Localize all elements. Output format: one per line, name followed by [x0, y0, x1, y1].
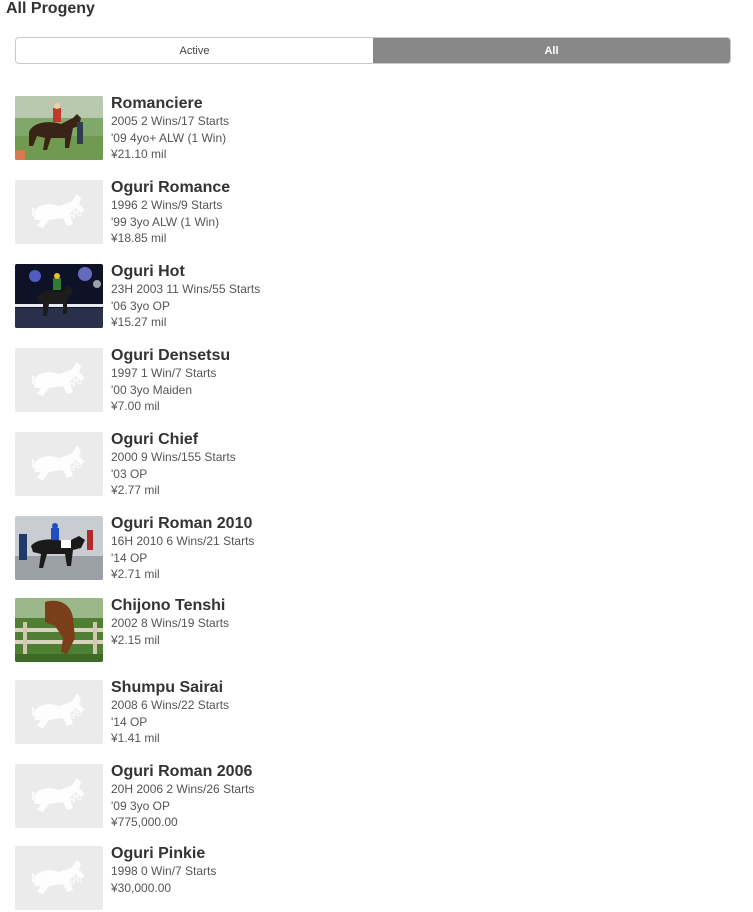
progeny-list-item[interactable]: No image Oguri Densetsu 1997 1 Win/7 Start…	[15, 347, 715, 415]
progeny-info: Oguri Hot 23H 2003 11 Wins/55 Starts '06 3…	[111, 263, 260, 331]
progeny-info: Oguri Roman 2006 20H 2006 2 Wins/26 Start…	[111, 763, 254, 831]
progeny-detail-line: ¥7.00 mil	[111, 399, 160, 413]
horse-photo[interactable]	[15, 264, 103, 328]
progeny-page: All Progeny Active All Romanciere 2005 2 …	[0, 0, 753, 912]
progeny-list-item[interactable]: No image Oguri Pinkie 1998 0 Win/7 Starts ¥…	[15, 845, 715, 912]
progeny-detail-line: '14 OP	[111, 550, 148, 565]
horse-name-link[interactable]: Oguri Densetsu	[111, 347, 230, 365]
progeny-detail-line: ¥15.27 mil	[111, 315, 167, 329]
progeny-list-item[interactable]: Oguri Roman 2010 16H 2010 6 Wins/21 Start…	[15, 515, 715, 583]
progeny-detail-line: 23H 2003 11 Wins/55 Starts	[111, 282, 261, 296]
progeny-info: Oguri Chief 2000 9 Wins/155 Starts '03 OP ¥…	[111, 431, 236, 499]
no-image-label: No image	[31, 705, 83, 719]
progeny-detail-line: '14 OP	[111, 714, 148, 729]
progeny-detail-line: ¥18.85 mil	[111, 231, 167, 245]
progeny-list-item[interactable]: Chijono Tenshi 2002 8 Wins/19 Starts ¥2.15…	[15, 597, 715, 664]
no-image-label: No image	[31, 789, 83, 803]
no-image-label: No image	[31, 457, 83, 471]
progeny-detail-line: 2000 9 Wins/155 Starts	[111, 450, 236, 464]
no-image-label: No image	[31, 373, 83, 387]
progeny-detail-line: '09 3yo OP	[111, 798, 170, 813]
no-image-placeholder[interactable]: No image	[15, 348, 103, 412]
progeny-detail-line: '00 3yo Maiden	[111, 382, 193, 397]
horse-name-link[interactable]: Oguri Roman 2010	[111, 515, 254, 533]
horse-name-link[interactable]: Oguri Roman 2006	[111, 763, 254, 781]
progeny-detail-line: 1998 0 Win/7 Starts	[111, 864, 217, 878]
progeny-info: Shumpu Sairai 2008 6 Wins/22 Starts '14 OP…	[111, 679, 229, 747]
progeny-detail-line: ¥30,000.00	[111, 880, 172, 895]
no-image-placeholder[interactable]: No image	[15, 180, 103, 244]
progeny-list-item[interactable]: No image Oguri Romance 1996 2 Wins/9 Start…	[15, 179, 715, 247]
progeny-detail-line: ¥2.71 mil	[111, 567, 160, 581]
horse-name-link[interactable]: Shumpu Sairai	[111, 679, 229, 697]
progeny-detail-line: 20H 2006 2 Wins/26 Starts	[111, 782, 255, 796]
progeny-detail-line: ¥2.15 mil	[111, 632, 160, 647]
progeny-detail-line: ¥2.77 mil	[111, 483, 160, 497]
horse-photo[interactable]	[15, 598, 103, 662]
progeny-detail-line: 1996 2 Wins/9 Starts	[111, 198, 223, 212]
progeny-info: Oguri Densetsu 1997 1 Win/7 Starts '00 3yo…	[111, 347, 230, 415]
progeny-detail-line: 2005 2 Wins/17 Starts	[111, 114, 230, 128]
progeny-info: Romanciere 2005 2 Wins/17 Starts '09 4yo+ …	[111, 95, 229, 163]
horse-name-link[interactable]: Oguri Hot	[111, 263, 260, 281]
page-title: All Progeny	[6, 0, 95, 17]
progeny-detail-line: '99 3yo ALW (1 Win)	[111, 214, 220, 229]
horse-name-link[interactable]: Oguri Romance	[111, 179, 230, 197]
horse-name-link[interactable]: Oguri Chief	[111, 431, 236, 449]
progeny-detail-line: ¥21.10 mil	[111, 147, 167, 161]
progeny-info: Oguri Pinkie 1998 0 Win/7 Starts ¥30,000.0…	[111, 845, 216, 896]
progeny-detail-line: ¥775,000.00	[111, 815, 178, 829]
tab-active[interactable]: Active	[16, 38, 373, 63]
progeny-list-item[interactable]: No image Oguri Chief 2000 9 Wins/155 Start…	[15, 431, 715, 499]
no-image-placeholder[interactable]: No image	[15, 846, 103, 910]
progeny-detail-line: 2008 6 Wins/22 Starts	[111, 698, 230, 712]
tab-all[interactable]: All	[373, 38, 730, 63]
no-image-placeholder[interactable]: No image	[15, 432, 103, 496]
progeny-list-item[interactable]: Oguri Hot 23H 2003 11 Wins/55 Starts '06 3…	[15, 263, 715, 331]
progeny-list-item[interactable]: Romanciere 2005 2 Wins/17 Starts '09 4yo+ …	[15, 95, 715, 163]
progeny-info: Oguri Romance 1996 2 Wins/9 Starts '99 3yo…	[111, 179, 230, 247]
progeny-detail-line: ¥1.41 mil	[111, 731, 160, 745]
progeny-detail-line: 16H 2010 6 Wins/21 Starts	[111, 534, 255, 548]
progeny-detail-line: 1997 1 Win/7 Starts	[111, 366, 217, 380]
progeny-info: Oguri Roman 2010 16H 2010 6 Wins/21 Start…	[111, 515, 254, 583]
no-image-label: No image	[31, 871, 83, 885]
progeny-detail-line: '09 4yo+ ALW (1 Win)	[111, 130, 227, 145]
progeny-info: Chijono Tenshi 2002 8 Wins/19 Starts ¥2.15…	[111, 597, 229, 648]
progeny-list-item[interactable]: No image Oguri Roman 2006 20H 2006 2 Wins/…	[15, 763, 715, 831]
horse-name-link[interactable]: Oguri Pinkie	[111, 845, 216, 863]
no-image-placeholder[interactable]: No image	[15, 680, 103, 744]
filter-segmented-control: Active All	[15, 37, 731, 64]
progeny-detail-line: 2002 8 Wins/19 Starts	[111, 616, 230, 630]
horse-photo[interactable]	[15, 96, 103, 160]
horse-name-link[interactable]: Romanciere	[111, 95, 229, 113]
no-image-label: No image	[31, 205, 83, 219]
progeny-detail-line: '06 3yo OP	[111, 298, 170, 313]
horse-name-link[interactable]: Chijono Tenshi	[111, 597, 229, 615]
progeny-detail-line: '03 OP	[111, 466, 148, 481]
no-image-placeholder[interactable]: No image	[15, 764, 103, 828]
progeny-list-item[interactable]: No image Shumpu Sairai 2008 6 Wins/22 Star…	[15, 679, 715, 747]
horse-photo[interactable]	[15, 516, 103, 580]
